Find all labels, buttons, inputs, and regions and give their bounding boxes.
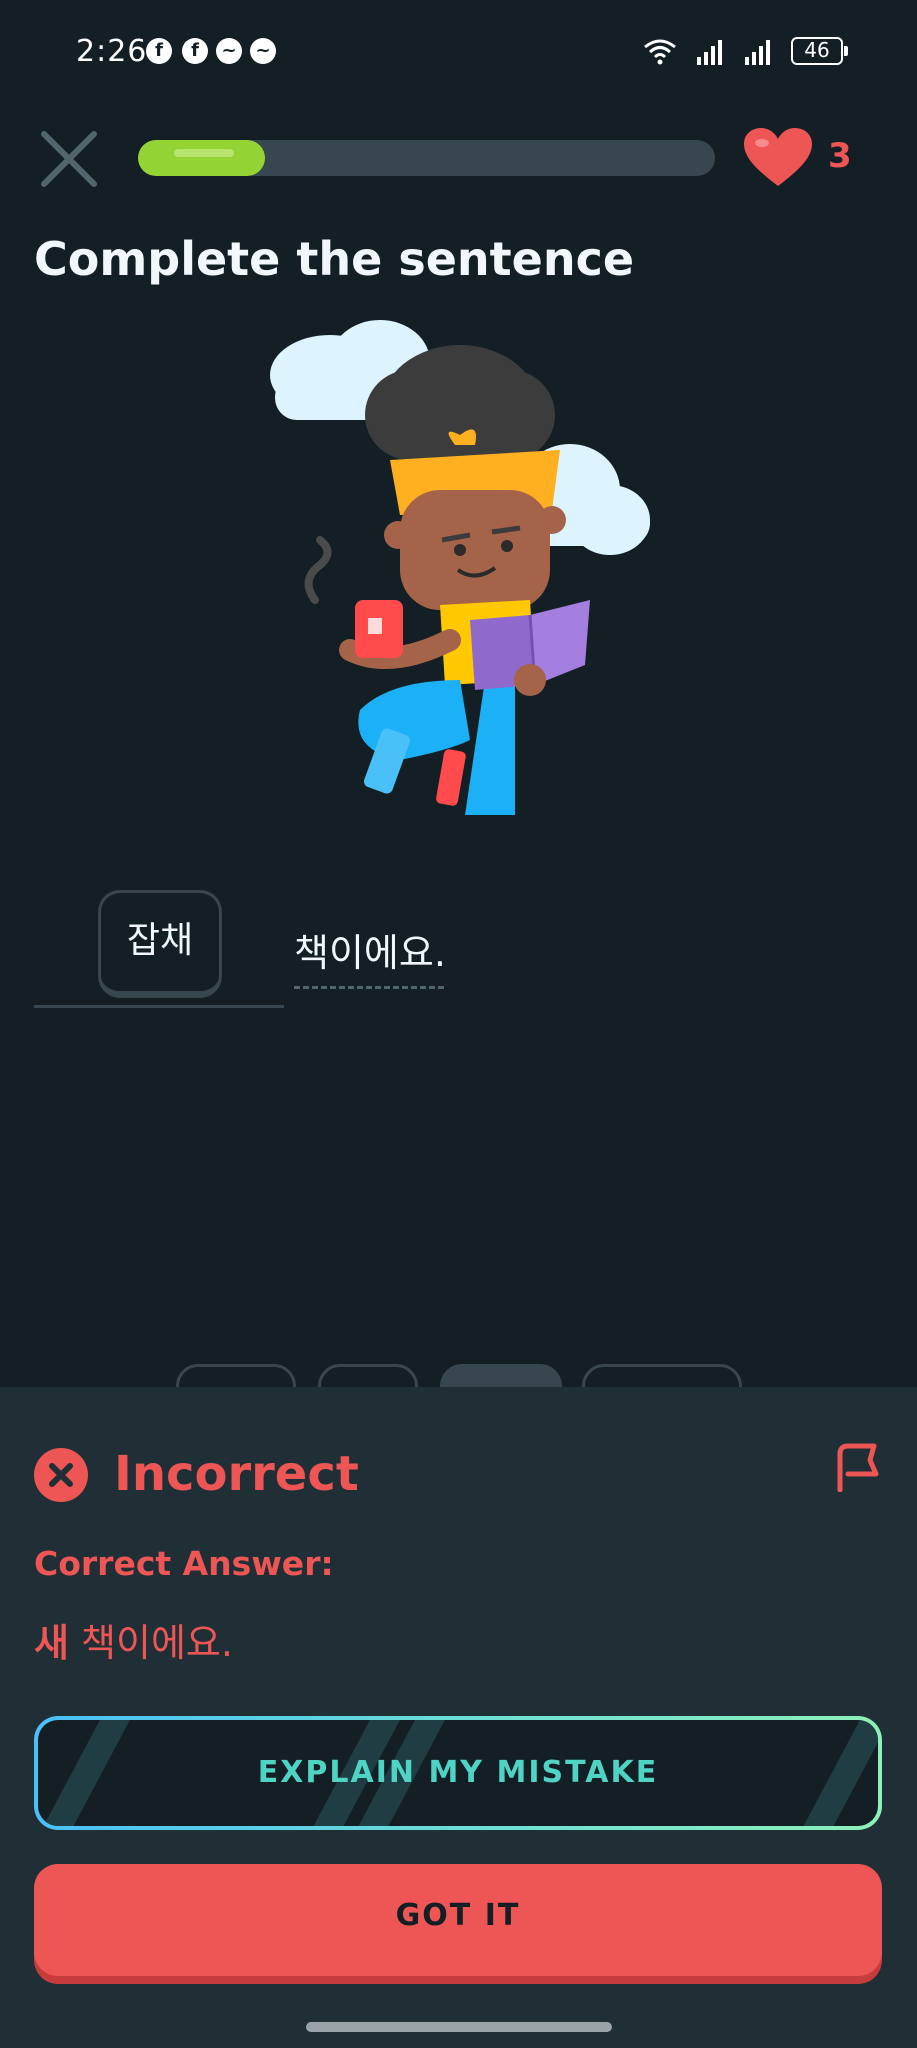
heart-icon (744, 128, 812, 186)
lesson-progress-fill (138, 140, 265, 176)
feedback-status: Incorrect (114, 1446, 359, 1502)
status-time: 2:26 (76, 34, 148, 69)
status-indicators: 46 (643, 34, 848, 68)
signal-icon (745, 40, 770, 65)
answer-blank-line (34, 1005, 284, 1008)
correct-answer-rest: 책이에요. (68, 1621, 233, 1665)
selected-word-chip[interactable]: 잡채 (98, 890, 222, 998)
sentence-dashed-underline (294, 986, 444, 989)
sentence-text: 책이에요. (294, 931, 446, 975)
correct-answer-text: 새 책이에요. (34, 1612, 233, 1667)
status-bar: 2:26 f f ~ ~ 46 (0, 0, 917, 104)
facebook-icon: f (182, 38, 208, 64)
messenger-icon: ~ (216, 38, 242, 64)
messenger-icon: ~ (250, 38, 276, 64)
correct-answer-label: Correct Answer: (34, 1544, 334, 1583)
battery-icon: 46 (791, 37, 848, 65)
wifi-icon (644, 39, 676, 65)
facebook-icon: f (146, 38, 172, 64)
close-icon[interactable] (36, 126, 102, 192)
home-indicator[interactable] (306, 2022, 612, 2032)
hearts-count: 3 (828, 136, 852, 176)
correct-answer-highlight: 새 (34, 1621, 69, 1665)
character-illustration (270, 320, 650, 815)
explain-my-mistake-button[interactable]: EXPLAIN MY MISTAKE (34, 1716, 882, 1830)
lesson-progress-bar (138, 140, 715, 176)
incorrect-x-icon (34, 1448, 88, 1502)
report-flag-icon[interactable] (834, 1440, 882, 1492)
page-title: Complete the sentence (34, 232, 635, 286)
got-it-button[interactable]: GOT IT (34, 1864, 882, 1976)
signal-icon (697, 40, 722, 65)
explain-button-label: EXPLAIN MY MISTAKE (257, 1755, 659, 1790)
